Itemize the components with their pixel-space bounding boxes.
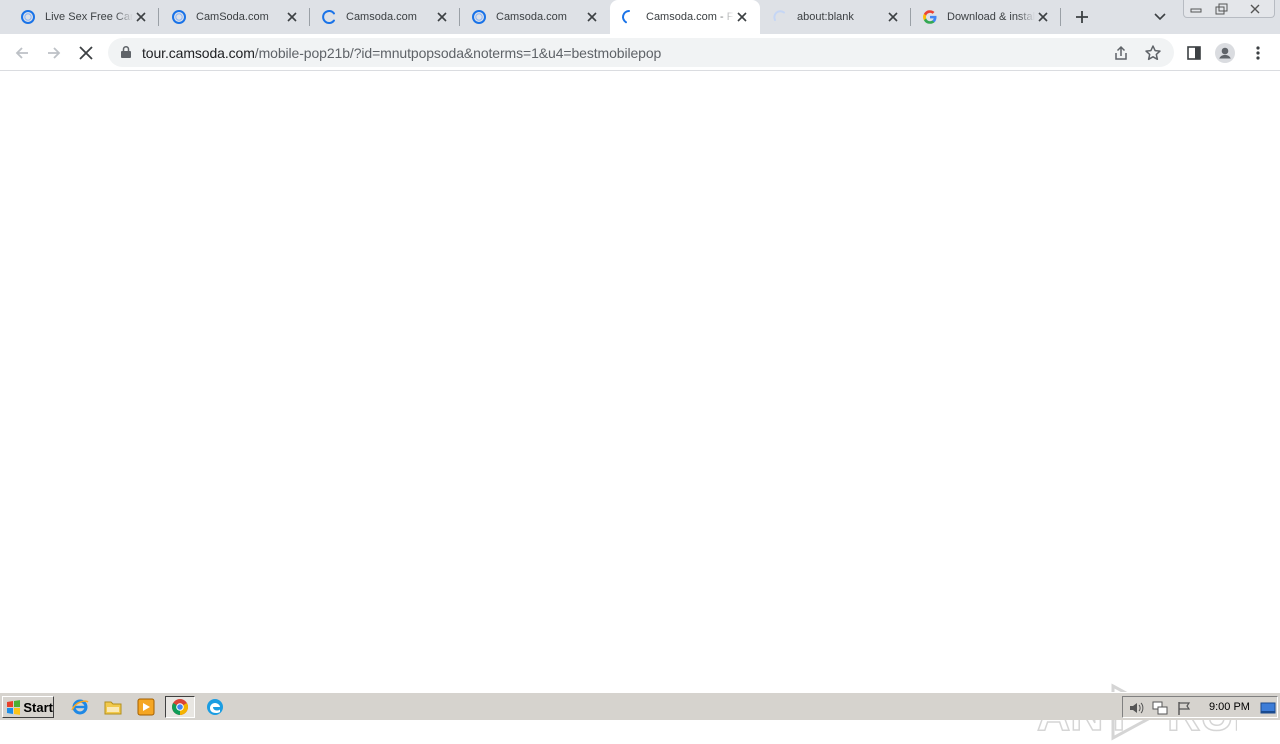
chevron-down-icon [1154, 13, 1166, 21]
stop-loading-button[interactable] [76, 43, 96, 63]
restore-icon [1215, 3, 1228, 14]
close-icon[interactable] [734, 9, 750, 25]
close-icon[interactable] [584, 9, 600, 25]
tab-camsoda-active[interactable]: Camsoda.com - Fr [610, 0, 760, 34]
close-icon [1250, 4, 1260, 13]
volume-icon[interactable] [1128, 700, 1144, 716]
tab-title: Camsoda.com [346, 11, 417, 23]
browser-toolbar: tour.camsoda.com/mobile-pop21b/?id=mnutp… [0, 34, 1280, 71]
action-center-flag-icon[interactable] [1176, 700, 1192, 716]
tab-title: Live Sex Free Cam [45, 11, 133, 23]
forward-button[interactable] [44, 43, 64, 63]
clock[interactable]: 9:00 PM [1209, 701, 1250, 713]
internet-explorer-icon [71, 699, 89, 715]
taskbar-internet-explorer[interactable] [69, 697, 91, 717]
taskbar-chrome[interactable] [165, 696, 195, 718]
minimize-icon [1190, 8, 1202, 12]
system-tray: 9:00 PM [1122, 696, 1278, 718]
tab-about-blank[interactable]: about:blank [761, 0, 911, 34]
taskbar-file-explorer[interactable] [102, 697, 124, 717]
profile-button[interactable] [1215, 43, 1235, 63]
folder-icon [104, 701, 122, 715]
start-button[interactable]: Start [2, 696, 54, 718]
tab-download-install[interactable]: Download & install [911, 0, 1061, 34]
loading-spinner-icon [321, 9, 337, 25]
kebab-menu-icon [1256, 46, 1260, 60]
tab-title: Download & install [947, 11, 1035, 23]
lock-icon [121, 45, 131, 58]
tab-search-button[interactable] [1152, 9, 1168, 25]
taskbar-edge[interactable] [204, 697, 226, 717]
network-icon[interactable] [1152, 700, 1168, 716]
start-label: Start [23, 699, 53, 715]
stop-x-icon [79, 46, 93, 60]
edge-icon [207, 699, 223, 715]
camsoda-ring-icon [20, 9, 36, 25]
loading-spinner-faint-icon [772, 9, 788, 25]
close-icon[interactable] [1035, 9, 1051, 25]
restore-button[interactable] [1209, 0, 1235, 17]
google-g-icon [922, 9, 938, 25]
tab-separator [158, 8, 159, 26]
page-content: ANY RUN [0, 72, 1280, 741]
tab-separator [1060, 8, 1061, 26]
side-panel-icon [1187, 46, 1201, 60]
media-player-icon [137, 698, 155, 716]
share-icon[interactable] [1112, 44, 1130, 62]
chrome-icon [172, 699, 188, 715]
tab-camsoda-3[interactable]: Camsoda.com [460, 0, 610, 34]
tab-camsoda-1[interactable]: CamSoda.com [160, 0, 310, 34]
tab-title: Camsoda.com [496, 11, 567, 23]
show-desktop-icon[interactable] [1260, 700, 1276, 716]
tab-title: Camsoda.com - Fr [646, 11, 734, 23]
url-host: tour.camsoda.com [142, 45, 255, 61]
minimize-button[interactable] [1183, 0, 1209, 17]
close-icon[interactable] [284, 9, 300, 25]
tab-title: about:blank [797, 11, 854, 23]
camsoda-ring-icon [471, 9, 487, 25]
tab-live-sex-free-cam[interactable]: Live Sex Free Cam [9, 0, 159, 34]
close-icon[interactable] [885, 9, 901, 25]
plus-icon [1076, 11, 1088, 23]
tab-title: CamSoda.com [196, 11, 269, 23]
tab-camsoda-2[interactable]: Camsoda.com [310, 0, 460, 34]
tab-strip: Live Sex Free Cam CamSoda.com Camsoda.co… [0, 0, 1280, 34]
url-path: /mobile-pop21b/?id=mnutpopsoda&noterms=1… [254, 45, 662, 61]
address-bar[interactable]: tour.camsoda.com/mobile-pop21b/?id=mnutp… [108, 38, 1174, 67]
loading-spinner-icon [621, 9, 637, 25]
close-window-button[interactable] [1235, 0, 1275, 17]
url-text: tour.camsoda.com/mobile-pop21b/?id=mnutp… [142, 45, 661, 61]
camsoda-ring-icon [171, 9, 187, 25]
windows-taskbar: Start 9:00 PM [0, 692, 1280, 720]
windows-logo-icon [7, 700, 21, 715]
avatar-icon [1215, 43, 1235, 63]
bookmark-star-icon[interactable] [1144, 44, 1162, 62]
close-icon[interactable] [434, 9, 450, 25]
window-controls-buttons [1183, 0, 1275, 18]
side-panel-button[interactable] [1184, 43, 1204, 63]
new-tab-button[interactable] [1073, 8, 1091, 26]
close-icon[interactable] [133, 9, 149, 25]
arrow-left-icon [15, 47, 28, 59]
menu-button[interactable] [1248, 43, 1268, 63]
arrow-right-icon [48, 47, 61, 59]
taskbar-media-player[interactable] [135, 697, 157, 717]
back-button[interactable] [12, 43, 32, 63]
